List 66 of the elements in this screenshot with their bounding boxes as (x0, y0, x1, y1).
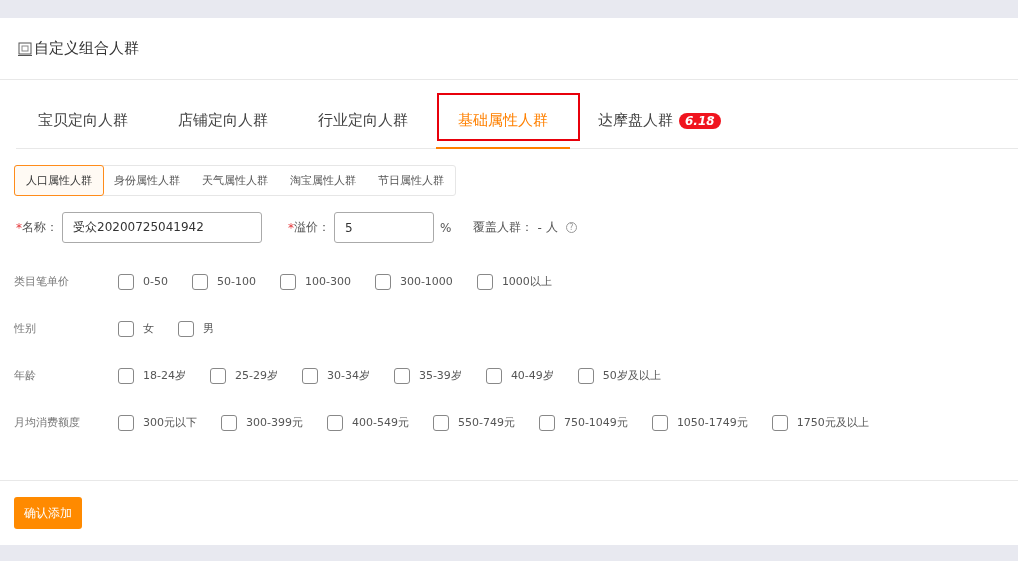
option-checkbox[interactable]: 300-1000 (374, 273, 453, 290)
tab[interactable]: 达摩盘人群 6.18 (576, 94, 743, 149)
tab[interactable]: 宝贝定向人群 (16, 94, 150, 149)
group-label: 性别 (14, 321, 37, 336)
option-checkbox[interactable]: 1000以上 (476, 273, 552, 290)
group-label: 月均消费额度 (14, 415, 81, 430)
field-label: 覆盖人群： (473, 219, 534, 236)
checkbox[interactable] (374, 273, 391, 290)
required-mark: * (288, 220, 294, 235)
option-checkbox[interactable]: 25-29岁 (209, 367, 278, 384)
image-icon (18, 41, 32, 56)
option-checkbox[interactable]: 女 (118, 320, 154, 337)
option-checkbox[interactable]: 1750元及以上 (771, 414, 869, 431)
checkbox[interactable] (279, 273, 296, 290)
checkbox[interactable] (326, 414, 343, 431)
premium-field[interactable]: 5 (334, 212, 434, 243)
field-label: 名称： (22, 219, 58, 236)
checkbox[interactable] (577, 367, 594, 384)
sub-tab[interactable]: 天气属性人群 (190, 165, 280, 196)
sub-tab[interactable]: 人口属性人群 (14, 165, 104, 196)
sub-tab[interactable]: 身份属性人群 (102, 165, 192, 196)
field-label: 溢价： (294, 219, 330, 236)
option-checkbox[interactable]: 男 (178, 320, 214, 337)
tab[interactable]: 店铺定向人群 (156, 94, 290, 149)
unit-label: % (440, 220, 452, 235)
option-checkbox[interactable]: 50岁及以上 (577, 367, 661, 384)
checkbox[interactable] (118, 367, 134, 384)
page-title: 自定义组合人群 (34, 39, 139, 58)
option-checkbox[interactable]: 30-34岁 (301, 367, 370, 384)
option-checkbox[interactable]: 100-300 (279, 273, 351, 290)
option-checkbox[interactable]: 300元以下 (118, 414, 197, 431)
option-checkbox[interactable]: 750-1049元 (538, 414, 628, 431)
option-checkbox[interactable]: 400-549元 (326, 414, 409, 431)
option-checkbox[interactable]: 1050-1749元 (651, 414, 748, 431)
checkbox[interactable] (209, 367, 226, 384)
group-label: 年龄 (14, 368, 37, 383)
promo-badge: 6.18 (679, 112, 721, 129)
option-checkbox[interactable]: 40-49岁 (485, 367, 554, 384)
coverage-value: - (537, 220, 542, 235)
checkbox[interactable] (178, 320, 194, 337)
unit-label: 人 (545, 219, 558, 236)
option-checkbox[interactable]: 300-399元 (221, 414, 303, 431)
checkbox[interactable] (118, 273, 134, 290)
checkbox[interactable] (771, 414, 788, 431)
tab[interactable]: 行业定向人群 (296, 94, 430, 149)
checkbox[interactable] (485, 367, 502, 384)
checkbox[interactable] (538, 414, 555, 431)
checkbox[interactable] (118, 320, 134, 337)
checkbox[interactable] (118, 414, 134, 431)
required-mark: * (16, 220, 22, 235)
checkbox[interactable] (191, 273, 208, 290)
option-checkbox[interactable]: 18-24岁 (118, 367, 186, 384)
sub-tab[interactable]: 淘宝属性人群 (278, 165, 368, 196)
option-checkbox[interactable]: 35-39岁 (393, 367, 462, 384)
option-checkbox[interactable]: 0-50 (118, 273, 168, 290)
sub-tab[interactable]: 节日属性人群 (366, 165, 456, 196)
checkbox[interactable] (432, 414, 449, 431)
name-field[interactable]: 受众20200725041942 (62, 212, 262, 243)
checkbox[interactable] (393, 367, 410, 384)
checkbox[interactable] (301, 367, 318, 384)
checkbox[interactable] (221, 414, 237, 431)
checkbox[interactable] (476, 273, 493, 290)
option-checkbox[interactable]: 550-749元 (432, 414, 515, 431)
checkbox[interactable] (651, 414, 668, 431)
group-label: 类目笔单价 (14, 274, 70, 289)
option-checkbox[interactable]: 50-100 (191, 273, 256, 290)
